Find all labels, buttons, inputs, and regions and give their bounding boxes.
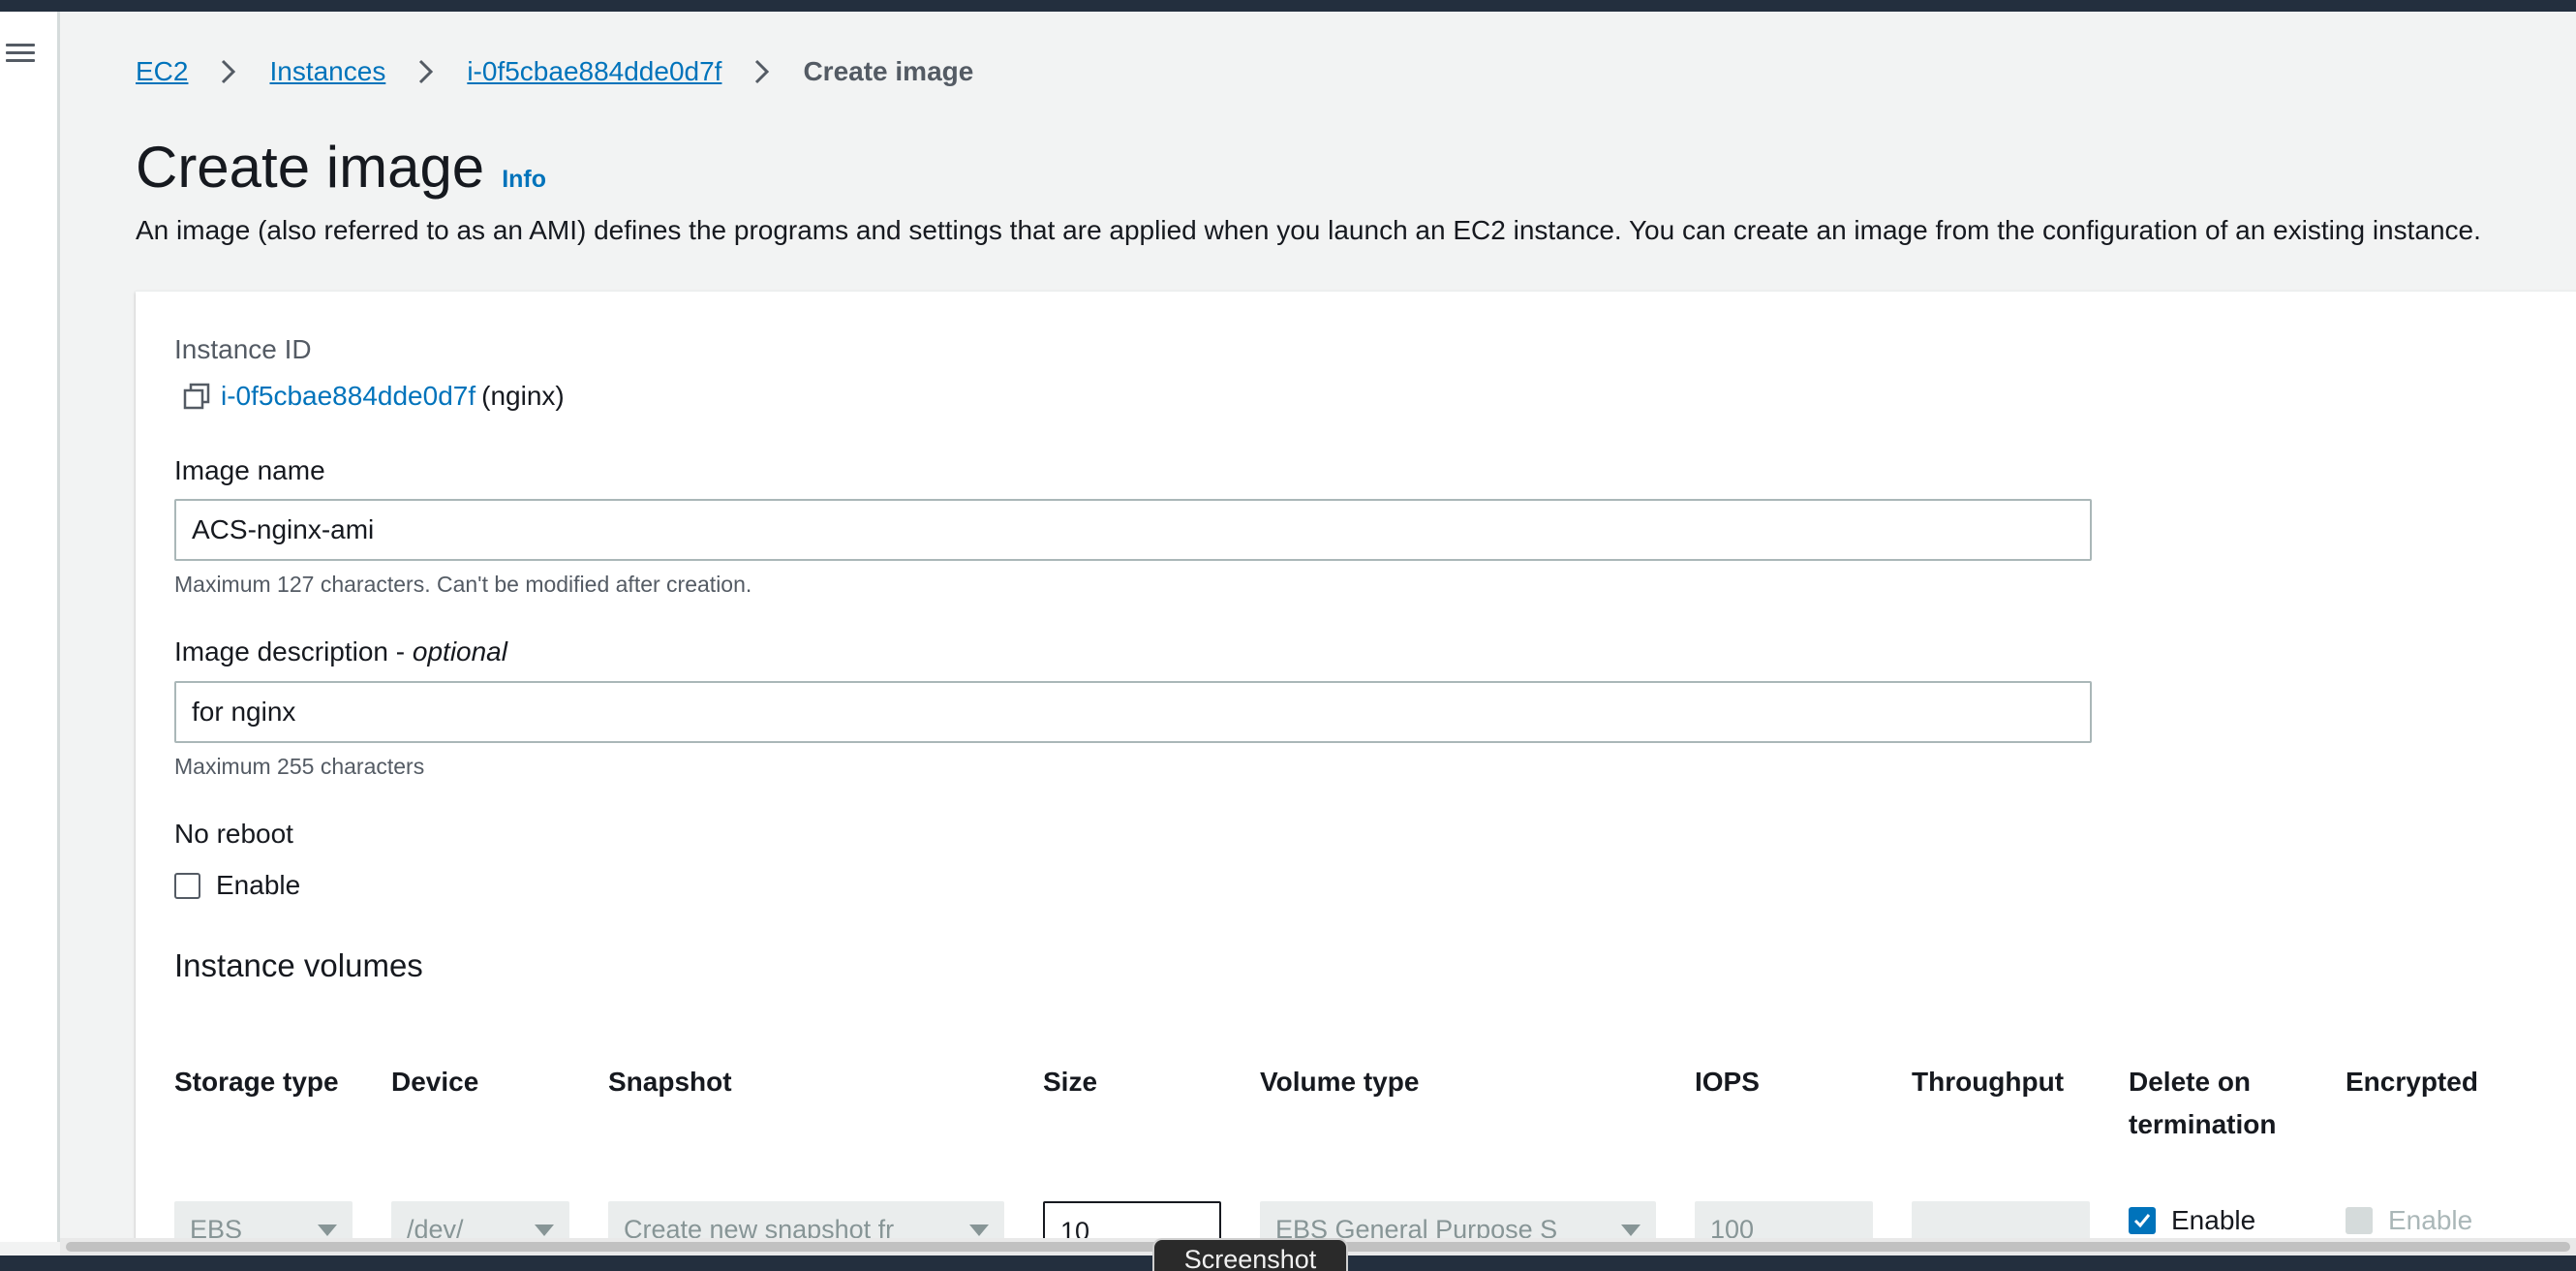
instance-volumes-title: Instance volumes (174, 947, 423, 983)
caret-down-icon (1621, 1224, 1641, 1236)
page-header: Create image Info (136, 134, 546, 201)
delete-on-termination-enable-label: Enable (2171, 1205, 2256, 1235)
no-reboot-label: No reboot (174, 819, 293, 849)
column-storage-type: Storage type (174, 1067, 339, 1097)
caret-down-icon (318, 1224, 337, 1236)
image-description-label-text: Image description - (174, 636, 413, 666)
menu-icon[interactable] (6, 39, 35, 68)
breadcrumb-current: Create image (803, 56, 974, 86)
image-name-input[interactable] (174, 499, 2092, 561)
image-description-input[interactable] (174, 681, 2092, 743)
column-device: Device (391, 1067, 479, 1097)
no-reboot-checkbox[interactable] (174, 872, 200, 899)
top-navigation-bar (0, 0, 2576, 12)
image-description-hint: Maximum 255 characters (174, 754, 425, 779)
encrypted-checkbox (2346, 1207, 2373, 1234)
copy-icon[interactable] (182, 382, 211, 411)
instance-id-value: i-0f5cbae884dde0d7f (nginx) (182, 381, 565, 412)
encrypted-enable-label: Enable (2388, 1205, 2473, 1235)
instance-id-label: Instance ID (174, 334, 312, 364)
screenshot-tooltip: Screenshot (1152, 1238, 1348, 1271)
breadcrumb-ec2[interactable]: EC2 (136, 56, 188, 87)
info-link[interactable]: Info (502, 166, 546, 194)
chevron-right-icon (749, 58, 776, 85)
optional-tag: optional (412, 636, 507, 666)
instance-name: (nginx) (481, 381, 565, 411)
side-nav-rail (0, 12, 60, 1242)
breadcrumb-instance-id[interactable]: i-0f5cbae884dde0d7f (467, 56, 721, 87)
instance-id-link[interactable]: i-0f5cbae884dde0d7f (221, 381, 475, 412)
breadcrumb: EC2 Instances i-0f5cbae884dde0d7f Create… (136, 52, 973, 91)
delete-on-termination-checkbox-row[interactable]: Enable (2129, 1205, 2255, 1236)
caret-down-icon (969, 1224, 989, 1236)
column-size: Size (1043, 1067, 1098, 1097)
column-throughput: Throughput (1912, 1067, 2065, 1097)
caret-down-icon (535, 1224, 554, 1236)
delete-on-termination-checkbox[interactable] (2129, 1207, 2156, 1234)
no-reboot-checkbox-row[interactable]: Enable (174, 870, 300, 901)
no-reboot-enable-label: Enable (216, 870, 301, 900)
column-volume-type: Volume type (1260, 1067, 1420, 1097)
chevron-right-icon (215, 58, 242, 85)
image-name-label: Image name (174, 455, 325, 485)
column-iops: IOPS (1695, 1067, 1760, 1097)
page-title: Create image (136, 135, 485, 200)
image-description-label: Image description - optional (174, 636, 507, 667)
image-name-hint: Maximum 127 characters. Can't be modifie… (174, 572, 752, 597)
column-snapshot: Snapshot (608, 1067, 732, 1097)
chevron-right-icon (413, 58, 440, 85)
breadcrumb-instances[interactable]: Instances (269, 56, 385, 87)
column-encrypted: Encrypted (2346, 1067, 2478, 1097)
column-delete-on-termination: Delete on termination (2129, 1067, 2277, 1139)
page-description: An image (also referred to as an AMI) de… (136, 215, 2481, 245)
encrypted-checkbox-row: Enable (2346, 1205, 2472, 1236)
